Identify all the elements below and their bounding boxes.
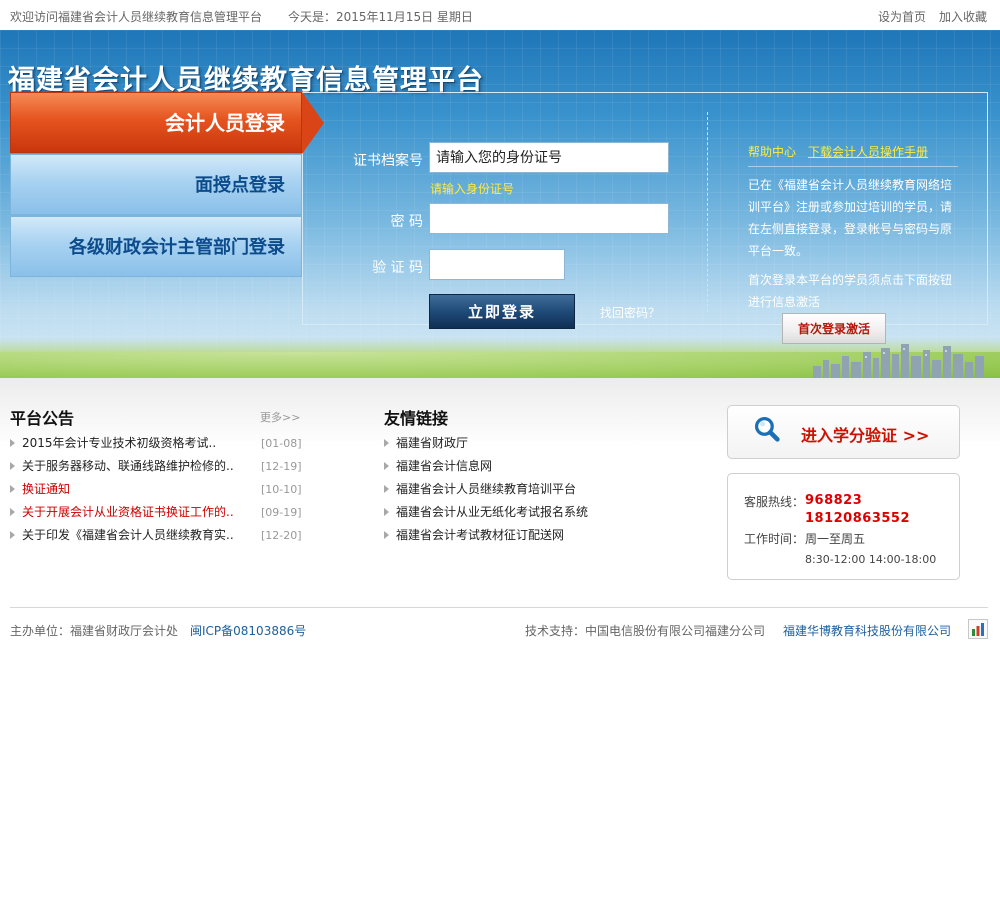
footer-divider — [10, 607, 988, 608]
footer-icp-link[interactable]: 闽ICP备08103886号 — [190, 622, 306, 639]
work-hours: 8:30-12:00 14:00-18:00 — [805, 553, 937, 566]
welcome-text: 欢迎访问福建省会计人员继续教育信息管理平台 — [10, 10, 263, 24]
tab-accountant-login[interactable]: 会计人员登录 — [10, 92, 302, 153]
hotline-numbers: 968823 18120863552 — [805, 493, 910, 526]
list-item[interactable]: 福建省会计考试教材征订配送网 — [384, 524, 684, 547]
login-button[interactable]: 立即登录 — [429, 294, 575, 329]
work-time-label: 工作时间： — [744, 532, 805, 546]
list-item[interactable]: 福建省会计信息网 — [384, 455, 684, 478]
cert-number-label: 证书档案号 — [353, 153, 423, 169]
list-arrow-icon — [384, 485, 389, 493]
list-item[interactable]: 关于服务器移动、联通线路维护检修的.. [12-19] — [10, 455, 302, 478]
list-arrow-icon — [10, 462, 15, 470]
magnifier-icon — [754, 416, 780, 442]
captcha-input[interactable] — [429, 249, 565, 280]
tab-accountant-login-label: 会计人员登录 — [165, 111, 285, 135]
list-arrow-icon — [10, 508, 15, 516]
footer-company-link[interactable]: 福建华博教育科技股份有限公司 — [783, 622, 951, 639]
footer-host: 主办单位：福建省财政厅会计处 — [10, 624, 179, 638]
list-item[interactable]: 换证通知 [10-10] — [10, 478, 302, 501]
announcements-more-link[interactable]: 更多>> — [260, 409, 300, 425]
tab-teaching-point-login[interactable]: 面授点登录 — [10, 154, 302, 215]
list-arrow-icon — [10, 485, 15, 493]
cnzz-chart-icon — [972, 623, 984, 636]
list-arrow-icon — [10, 439, 15, 447]
download-manual-link[interactable]: 下载会计人员操作手册 — [808, 143, 928, 160]
announcements-list: 2015年会计专业技术初级资格考试.. [01-08] 关于服务器移动、联通线路维… — [10, 432, 302, 547]
help-separator — [748, 166, 958, 167]
announcements-title: 平台公告 — [10, 409, 75, 428]
list-item[interactable]: 福建省会计人员继续教育培训平台 — [384, 478, 684, 501]
active-tab-arrow-icon — [302, 92, 324, 154]
captcha-label: 验 证 码 — [372, 260, 423, 276]
footer-tech-support: 技术支持：中国电信股份有限公司福建分公司 — [525, 624, 766, 638]
password-input[interactable] — [429, 203, 669, 234]
list-item[interactable]: 福建省会计从业无纸化考试报名系统 — [384, 501, 684, 524]
tab-finance-dept-login-label: 各级财政会计主管部门登录 — [69, 237, 285, 258]
password-label: 密 码 — [390, 214, 423, 230]
credit-verify-button[interactable]: 进入学分验证 >> — [727, 405, 960, 459]
help-description: 已在《福建省会计人员继续教育网络培训平台》注册或参加过培训的学员，请在左侧直接登… — [748, 178, 953, 258]
forgot-password-link[interactable]: 找回密码？ — [600, 304, 660, 321]
cert-number-hint: 请输入身份证号 — [430, 182, 515, 196]
tab-finance-dept-login[interactable]: 各级财政会计主管部门登录 — [10, 216, 302, 277]
add-favorite-link[interactable]: 加入收藏 — [939, 8, 987, 25]
list-item[interactable]: 2015年会计专业技术初级资格考试.. [01-08] — [10, 432, 302, 455]
list-arrow-icon — [384, 531, 389, 539]
friendly-links-title: 友情链接 — [384, 409, 449, 428]
help-divider — [707, 112, 708, 312]
list-item[interactable]: 关于印发《福建省会计人员继续教育实.. [12-20] — [10, 524, 302, 547]
first-login-activate-button[interactable]: 首次登录激活 — [782, 313, 886, 344]
hotline-panel: 客服热线： 968823 18120863552 工作时间： 周一至周五 8:3… — [727, 473, 960, 580]
set-home-link[interactable]: 设为首页 — [878, 8, 926, 25]
date-text: 今天是：2015年11月15日 星期日 — [288, 10, 473, 24]
list-item[interactable]: 福建省财政厅 — [384, 432, 684, 455]
credit-verify-label: 进入学分验证 >> — [801, 426, 930, 445]
activation-description: 首次登录本平台的学员须点击下面按钮进行信息激活 — [748, 273, 953, 309]
city-skyline-icon — [813, 344, 984, 378]
list-item[interactable]: 关于开展会计从业资格证书换证工作的.. [09-19] — [10, 501, 302, 524]
friendly-links-list: 福建省财政厅 福建省会计信息网 福建省会计人员继续教育培训平台 福建省会计从业无… — [384, 432, 684, 547]
list-arrow-icon — [384, 439, 389, 447]
cert-number-input[interactable] — [429, 142, 669, 173]
hotline-label: 客服热线： — [744, 495, 805, 509]
list-arrow-icon — [10, 531, 15, 539]
cnzz-stat-icon[interactable] — [968, 619, 988, 639]
help-center-title: 帮助中心 — [748, 145, 797, 159]
tab-teaching-point-login-label: 面授点登录 — [195, 175, 285, 196]
work-days: 周一至周五 — [805, 532, 866, 546]
list-arrow-icon — [384, 462, 389, 470]
top-bar: 欢迎访问福建省会计人员继续教育信息管理平台 今天是：2015年11月15日 星期… — [0, 0, 1000, 31]
list-arrow-icon — [384, 508, 389, 516]
